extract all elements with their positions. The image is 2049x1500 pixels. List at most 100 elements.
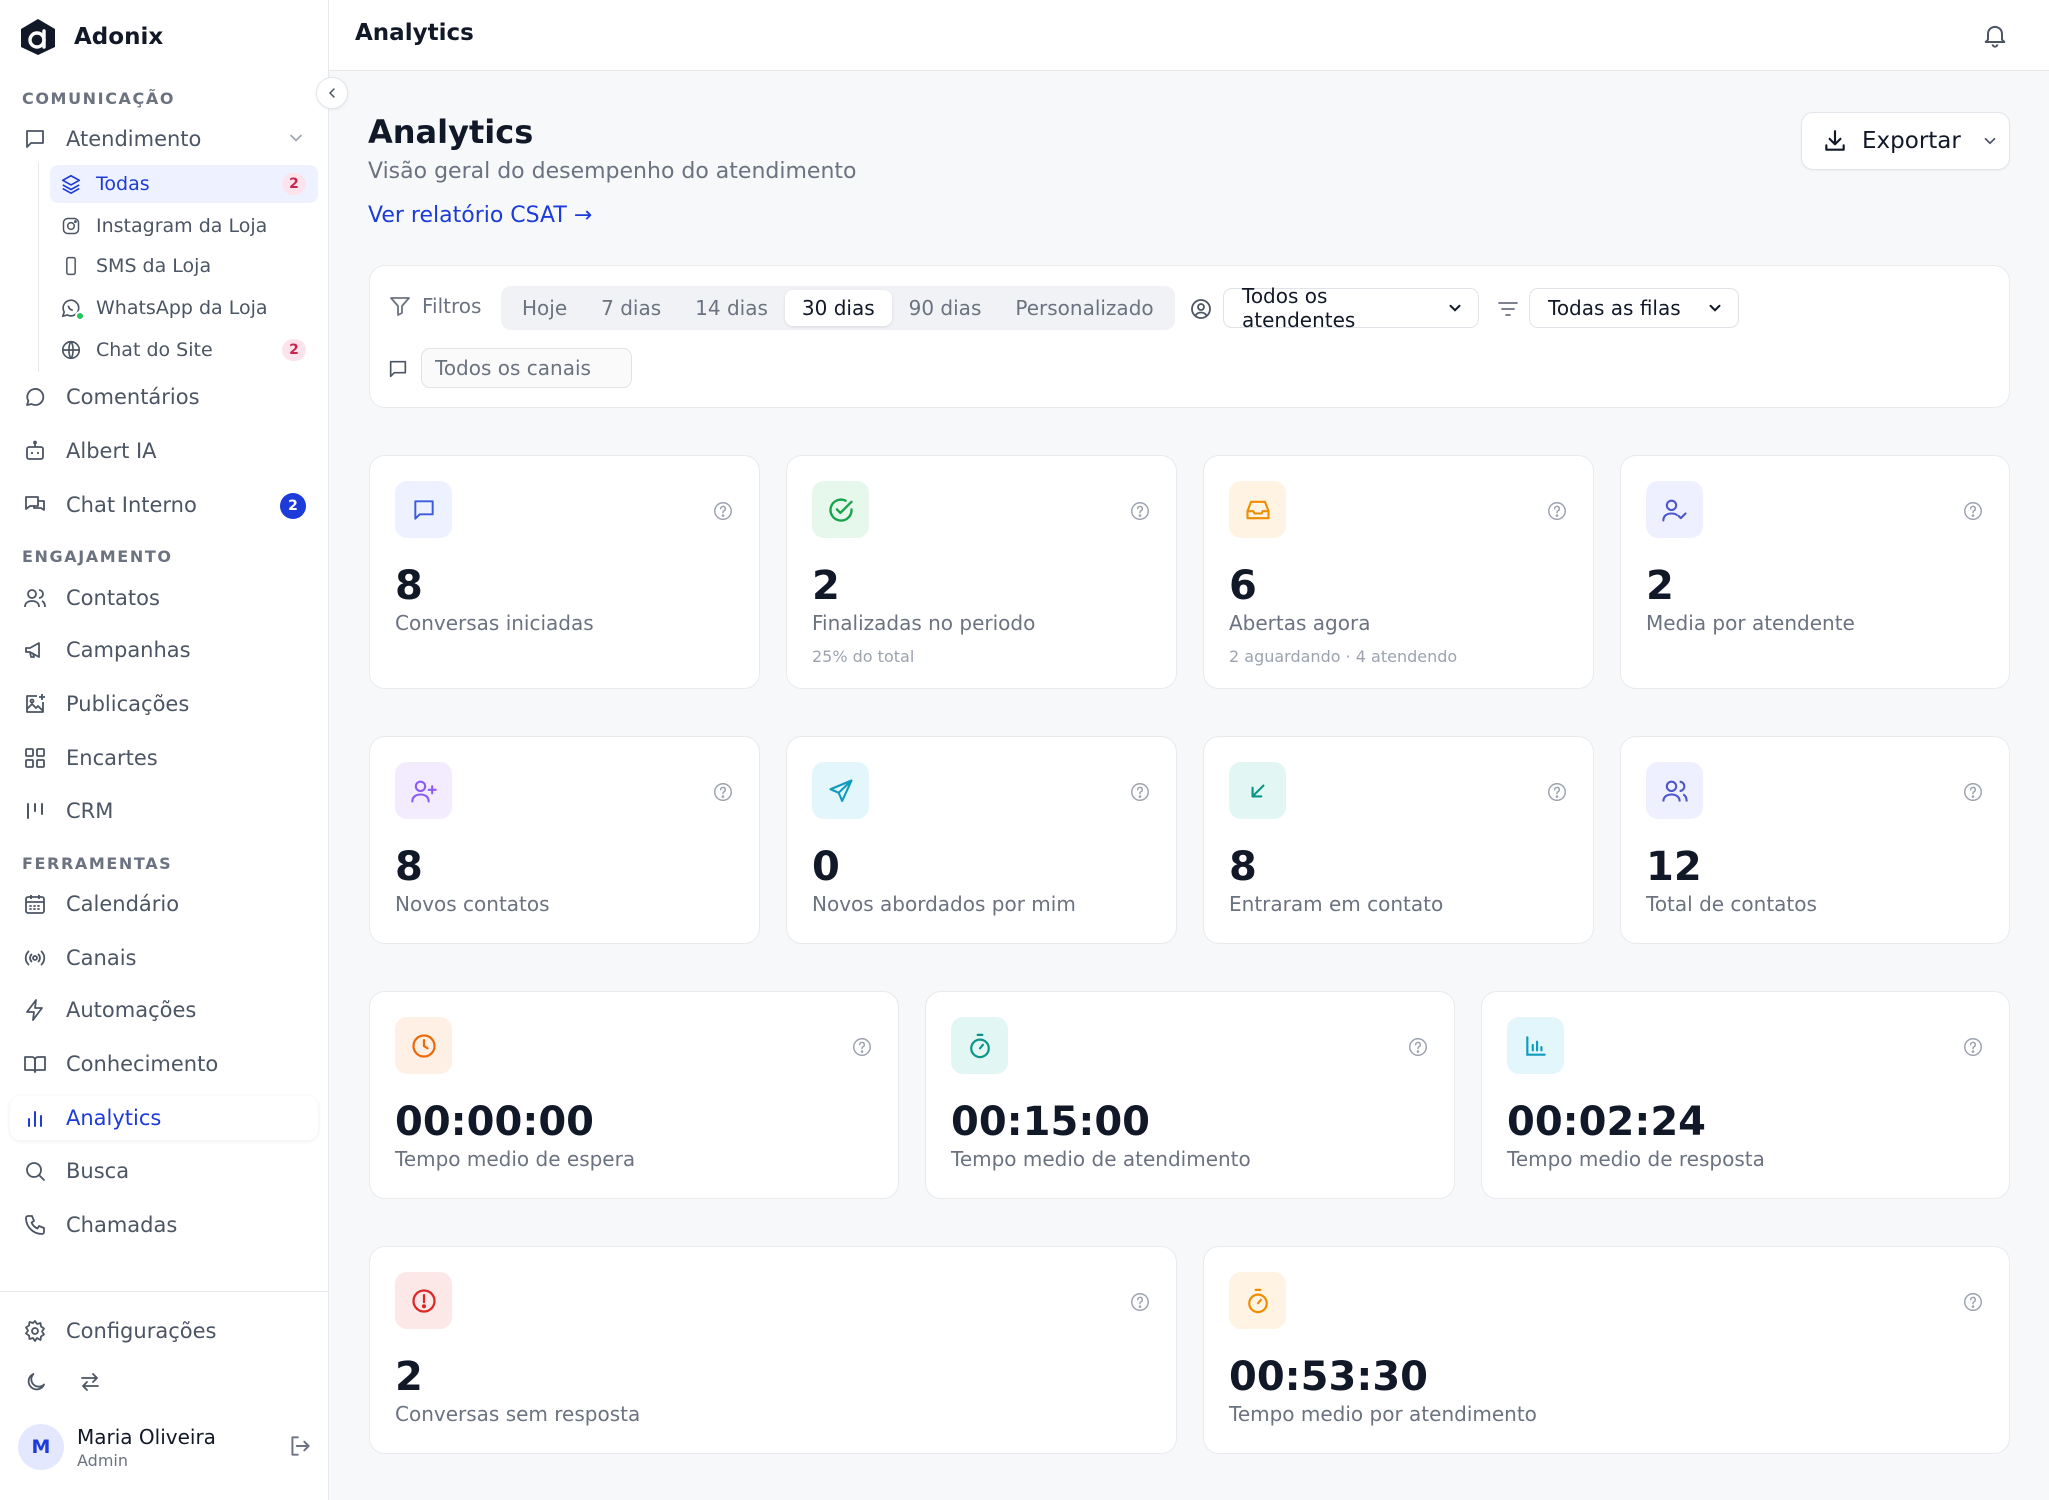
range-option-7-dias[interactable]: 7 dias: [584, 290, 678, 326]
sidebar-subitem-todas[interactable]: Todas 2: [50, 165, 318, 203]
sidebar-subitem-sms[interactable]: SMS da Loja: [50, 247, 318, 285]
help-circle-icon[interactable]: [851, 1036, 873, 1058]
switch-arrows-icon[interactable]: [76, 1368, 104, 1396]
sidebar-item-label: Chat Interno: [66, 493, 197, 517]
count-badge: 2: [282, 339, 306, 361]
metric-value: 8: [1229, 844, 1257, 890]
csat-report-link[interactable]: Ver relatório CSAT →: [368, 203, 592, 228]
help-circle-icon[interactable]: [1962, 781, 1984, 803]
sidebar-item-label: Chamadas: [66, 1213, 178, 1237]
help-circle-icon[interactable]: [1407, 1036, 1429, 1058]
brand[interactable]: Adonix: [18, 17, 163, 57]
metric-card-tempo-por-atendimento: 00:53:30 Tempo medio por atendimento: [1203, 1246, 2010, 1454]
help-circle-icon[interactable]: [1962, 1291, 1984, 1313]
sidebar-item-campanhas[interactable]: Campanhas: [10, 628, 318, 672]
sidebar-subitem-label: Chat do Site: [96, 339, 213, 361]
sidebar-item-canais[interactable]: Canais: [10, 936, 318, 980]
sidebar-item-busca[interactable]: Busca: [10, 1149, 318, 1193]
sidebar-item-label: Contatos: [66, 586, 160, 610]
help-circle-icon[interactable]: [1546, 500, 1568, 522]
sidebar-subitem-instagram[interactable]: Instagram da Loja: [50, 207, 318, 245]
metric-card-tempo-espera: 00:00:00 Tempo medio de espera: [369, 991, 899, 1199]
metric-value: 00:53:30: [1229, 1354, 1428, 1400]
sidebar-item-encartes[interactable]: Encartes: [10, 736, 318, 780]
channels-input[interactable]: [421, 348, 632, 388]
queues-select-value: Todas as filas: [1548, 296, 1681, 320]
help-circle-icon[interactable]: [712, 781, 734, 803]
sidebar-item-analytics[interactable]: Analytics: [10, 1096, 318, 1140]
sidebar-item-label: Atendimento: [66, 127, 202, 151]
metric-sublabel: 25% do total: [812, 647, 915, 666]
image-plus-icon: [22, 691, 48, 717]
metric-label: Tempo medio por atendimento: [1229, 1402, 1537, 1426]
logout-icon[interactable]: [287, 1433, 313, 1459]
help-circle-icon[interactable]: [1546, 781, 1568, 803]
brand-name: Adonix: [74, 24, 164, 50]
inbox-icon: [1229, 481, 1286, 538]
metric-value: 8: [395, 844, 423, 890]
range-option-hoje[interactable]: Hoje: [505, 290, 584, 326]
whatsapp-icon: [60, 297, 85, 321]
section-title-engajamento: ENGAJAMENTO: [22, 547, 173, 566]
metric-label: Conversas sem resposta: [395, 1402, 641, 1426]
metric-value: 12: [1646, 844, 1702, 890]
help-circle-icon[interactable]: [712, 500, 734, 522]
help-circle-icon[interactable]: [1129, 500, 1151, 522]
agents-select[interactable]: Todos os atendentes: [1223, 284, 1479, 332]
metric-label: Tempo medio de atendimento: [951, 1147, 1251, 1171]
range-option-personalizado[interactable]: Personalizado: [998, 290, 1170, 326]
help-circle-icon[interactable]: [1129, 1291, 1151, 1313]
sidebar-item-automacoes[interactable]: Automações: [10, 988, 318, 1032]
sidebar-item-atendimento[interactable]: Atendimento: [10, 117, 318, 161]
metric-card-media-atendente: 2 Media por atendente: [1620, 455, 2010, 689]
sidebar-subitem-label: Instagram da Loja: [96, 215, 268, 237]
moon-icon[interactable]: [22, 1368, 50, 1396]
chevron-down-icon: [1981, 132, 1999, 150]
sidebar-item-label: Publicações: [66, 692, 190, 716]
sidebar-item-chat-interno[interactable]: Chat Interno 2: [10, 483, 318, 527]
sidebar-item-chamadas[interactable]: Chamadas: [10, 1203, 318, 1247]
sidebar-collapse-button[interactable]: [316, 77, 348, 109]
range-option-30-dias[interactable]: 30 dias: [784, 290, 892, 326]
sidebar-subitem-chat-site[interactable]: Chat do Site 2: [50, 331, 318, 369]
queues-select[interactable]: Todas as filas: [1529, 288, 1739, 328]
sidebar-item-comentarios[interactable]: Comentários: [10, 375, 318, 419]
sidebar-item-crm[interactable]: CRM: [10, 789, 318, 833]
metric-value: 2: [1646, 563, 1674, 609]
adonix-logo-icon: [18, 17, 58, 57]
help-circle-icon[interactable]: [1962, 500, 1984, 522]
bell-icon[interactable]: [1981, 21, 2009, 49]
metric-card-novos-abordados: 0 Novos abordados por mim: [786, 736, 1177, 944]
sidebar-item-configuracoes[interactable]: Configurações: [10, 1309, 318, 1353]
sidebar-item-conhecimento[interactable]: Conhecimento: [10, 1042, 318, 1086]
metric-value: 00:02:24: [1507, 1099, 1706, 1145]
sidebar-item-albert-ia[interactable]: Albert IA: [10, 429, 318, 473]
topbar-title: Analytics: [355, 20, 474, 46]
sidebar-footer-divider: [0, 1291, 329, 1292]
sidebar-subitem-whatsapp[interactable]: WhatsApp da Loja: [50, 289, 318, 327]
range-option-14-dias[interactable]: 14 dias: [678, 290, 785, 326]
grid-icon: [22, 745, 48, 771]
instagram-icon: [60, 215, 82, 237]
help-circle-icon[interactable]: [1962, 1036, 1984, 1058]
user-profile[interactable]: M Maria Oliveira Admin: [18, 1423, 313, 1471]
metric-sublabel: 2 aguardando · 4 atendendo: [1229, 647, 1458, 666]
sidebar-item-publicacoes[interactable]: Publicações: [10, 682, 318, 726]
export-button[interactable]: Exportar: [1801, 112, 2010, 170]
sidebar-item-contatos[interactable]: Contatos: [10, 576, 318, 620]
range-option-90-dias[interactable]: 90 dias: [892, 290, 999, 326]
user-circle-icon: [1189, 297, 1213, 321]
filter-icon: [388, 294, 412, 318]
section-title-ferramentas: FERRAMENTAS: [22, 854, 173, 873]
sidebar-subitem-label: WhatsApp da Loja: [96, 297, 268, 319]
sidebar-subitem-label: SMS da Loja: [96, 255, 212, 277]
sidebar-item-calendario[interactable]: Calendário: [10, 882, 318, 926]
users-icon: [22, 585, 48, 611]
download-icon: [1822, 128, 1848, 154]
help-circle-icon[interactable]: [1129, 781, 1151, 803]
sidebar-item-label: Calendário: [66, 892, 180, 916]
count-badge: 2: [282, 173, 306, 195]
chevron-down-icon[interactable]: [286, 128, 306, 148]
avatar: M: [18, 1424, 64, 1470]
chevron-down-icon: [1706, 299, 1724, 317]
